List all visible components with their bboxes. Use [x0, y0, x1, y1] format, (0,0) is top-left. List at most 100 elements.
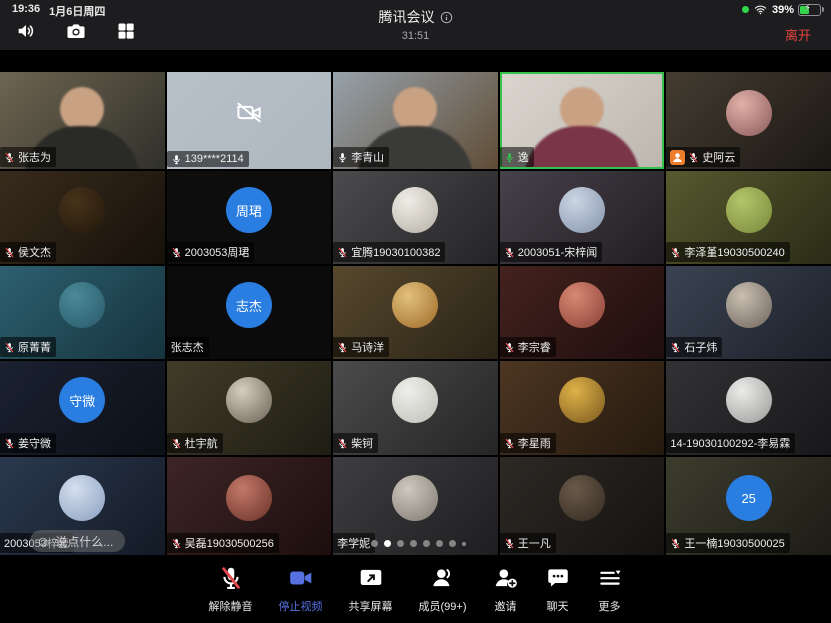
- participant-name: 侯文杰: [18, 244, 51, 260]
- participant-name-label: 姜守微: [0, 433, 56, 453]
- participant-tile[interactable]: 马诗洋: [333, 266, 498, 359]
- participant-name: 李学妮: [337, 535, 370, 551]
- invite-icon: [493, 565, 519, 594]
- mic-muted-icon: [504, 538, 515, 549]
- member-badge-icon: [670, 150, 685, 165]
- participant-tile[interactable]: 史阿云: [666, 72, 831, 169]
- participant-tile[interactable]: 柴钶: [333, 361, 498, 455]
- quick-chat-input[interactable]: ☺说点什么...: [30, 530, 125, 552]
- participant-name-label: 柴钶: [333, 433, 378, 453]
- participant-name: 李星雨: [518, 435, 551, 451]
- avatar: [392, 475, 438, 521]
- mic-muted-icon: [171, 538, 182, 549]
- participant-tile[interactable]: 李青山: [333, 72, 498, 169]
- participant-tile[interactable]: 石子炜: [666, 266, 831, 359]
- mic-muted-icon: [504, 247, 515, 258]
- participant-tile[interactable]: 14-19030100292-李易霖: [666, 361, 831, 455]
- participant-name-label: 139****2114: [167, 151, 249, 167]
- participant-tile[interactable]: 李学妮: [333, 457, 498, 555]
- participant-name: 2003051-宋梓闻: [518, 244, 598, 260]
- toolbar-chat-button[interactable]: 聊天: [545, 565, 571, 614]
- avatar: [59, 282, 105, 328]
- avatar: [559, 377, 605, 423]
- wifi-icon: [753, 3, 768, 16]
- share-screen-icon: [358, 565, 384, 594]
- toolbar-mic-muted-button[interactable]: 解除静音: [209, 565, 253, 614]
- participant-tile[interactable]: 守微姜守微: [0, 361, 165, 455]
- avatar-initials: 25: [726, 475, 772, 521]
- layout-grid-button[interactable]: [114, 19, 138, 43]
- toolbar-label: 解除静音: [209, 598, 253, 614]
- participant-tile[interactable]: 侯文杰: [0, 171, 165, 264]
- leave-meeting-button[interactable]: 离开: [779, 24, 817, 45]
- avatar: [59, 475, 105, 521]
- participant-name: 张志为: [18, 149, 51, 165]
- participant-name-label: 史阿云: [666, 147, 740, 167]
- page-dot: [462, 542, 466, 546]
- speaker-button[interactable]: [14, 19, 38, 43]
- participant-tile[interactable]: 杜宇航: [167, 361, 332, 455]
- mic-muted-icon: [670, 538, 681, 549]
- participant-name: 吴磊19030500256: [185, 535, 274, 551]
- participant-tile[interactable]: 张志为: [0, 72, 165, 169]
- page-dot: [384, 540, 391, 547]
- avatar-initials: 周珺: [226, 187, 272, 233]
- participant-tile[interactable]: 志杰张志杰: [167, 266, 332, 359]
- participant-tile[interactable]: 李星雨: [500, 361, 665, 455]
- mic-muted-icon: [171, 438, 182, 449]
- participant-name-label: 李宗睿: [500, 337, 556, 357]
- participant-tile[interactable]: 逸: [500, 72, 665, 169]
- participant-tile[interactable]: 2003051-宋梓闻: [500, 171, 665, 264]
- participant-tile[interactable]: 李泽堇19030500240: [666, 171, 831, 264]
- participant-name-label: 石子炜: [666, 337, 722, 357]
- stop-video-icon: [288, 565, 314, 594]
- speaker-icon: [15, 20, 37, 42]
- toolbar-label: 共享屏幕: [349, 598, 393, 614]
- mic-muted-icon: [670, 247, 681, 258]
- status-bar-left: 19:36 1月6日周四: [12, 3, 105, 19]
- participant-tile[interactable]: 宜腾19030100382: [333, 171, 498, 264]
- participant-tile[interactable]: 王一凡: [500, 457, 665, 555]
- avatar: [559, 282, 605, 328]
- toolbar-members-button[interactable]: 成员(99+): [419, 565, 467, 614]
- mic-icon: [504, 152, 515, 163]
- emoji-icon: ☺: [36, 534, 50, 548]
- avatar: [392, 282, 438, 328]
- toolbar-invite-button[interactable]: 邀请: [493, 565, 519, 614]
- page-indicator[interactable]: [371, 540, 466, 547]
- page-dot: [423, 540, 430, 547]
- participant-name-label: 逸: [500, 147, 534, 167]
- participant-tile[interactable]: 2003053梓壹☺说点什么...: [0, 457, 165, 555]
- participant-name-label: 李泽堇19030500240: [666, 242, 789, 262]
- avatar: [226, 475, 272, 521]
- toolbar-stop-video-button[interactable]: 停止视频: [279, 565, 323, 614]
- avatar: [59, 187, 105, 233]
- participant-tile[interactable]: 25王一楠19030500025: [666, 457, 831, 555]
- camera-off-icon: [234, 97, 264, 127]
- participant-name-label: 原菁菁: [0, 337, 56, 357]
- toolbar-label: 邀请: [495, 598, 517, 614]
- participant-tile[interactable]: 李宗睿: [500, 266, 665, 359]
- battery-percent: 39%: [772, 4, 794, 16]
- participant-tile[interactable]: 139****2114: [167, 72, 332, 169]
- participant-name-label: 张志杰: [167, 337, 209, 357]
- participant-tile[interactable]: 周珺 2003053周珺: [167, 171, 332, 264]
- info-icon[interactable]: [440, 11, 453, 24]
- toolbar-more-button[interactable]: 更多: [597, 565, 623, 614]
- participant-name: 王一凡: [518, 535, 551, 551]
- participant-name-label: 张志为: [0, 147, 56, 167]
- participant-name: 马诗洋: [351, 339, 384, 355]
- avatar: [726, 187, 772, 233]
- mic-muted-icon: [4, 438, 15, 449]
- page-dot: [397, 540, 404, 547]
- participant-tile[interactable]: 吴磊19030500256: [167, 457, 332, 555]
- mic-muted-icon: [670, 342, 681, 353]
- participant-name-label: 吴磊19030500256: [167, 533, 279, 553]
- switch-camera-button[interactable]: [64, 19, 88, 43]
- toolbar-share-screen-button[interactable]: 共享屏幕: [349, 565, 393, 614]
- header-center: 腾讯会议 31:51: [200, 7, 631, 42]
- participant-name: 杜宇航: [185, 435, 218, 451]
- participant-name: 2003053周珺: [185, 244, 250, 260]
- tencent-meeting-screen: 19:36 1月6日周四 39% ⚡: [0, 0, 831, 623]
- participant-tile[interactable]: 原菁菁: [0, 266, 165, 359]
